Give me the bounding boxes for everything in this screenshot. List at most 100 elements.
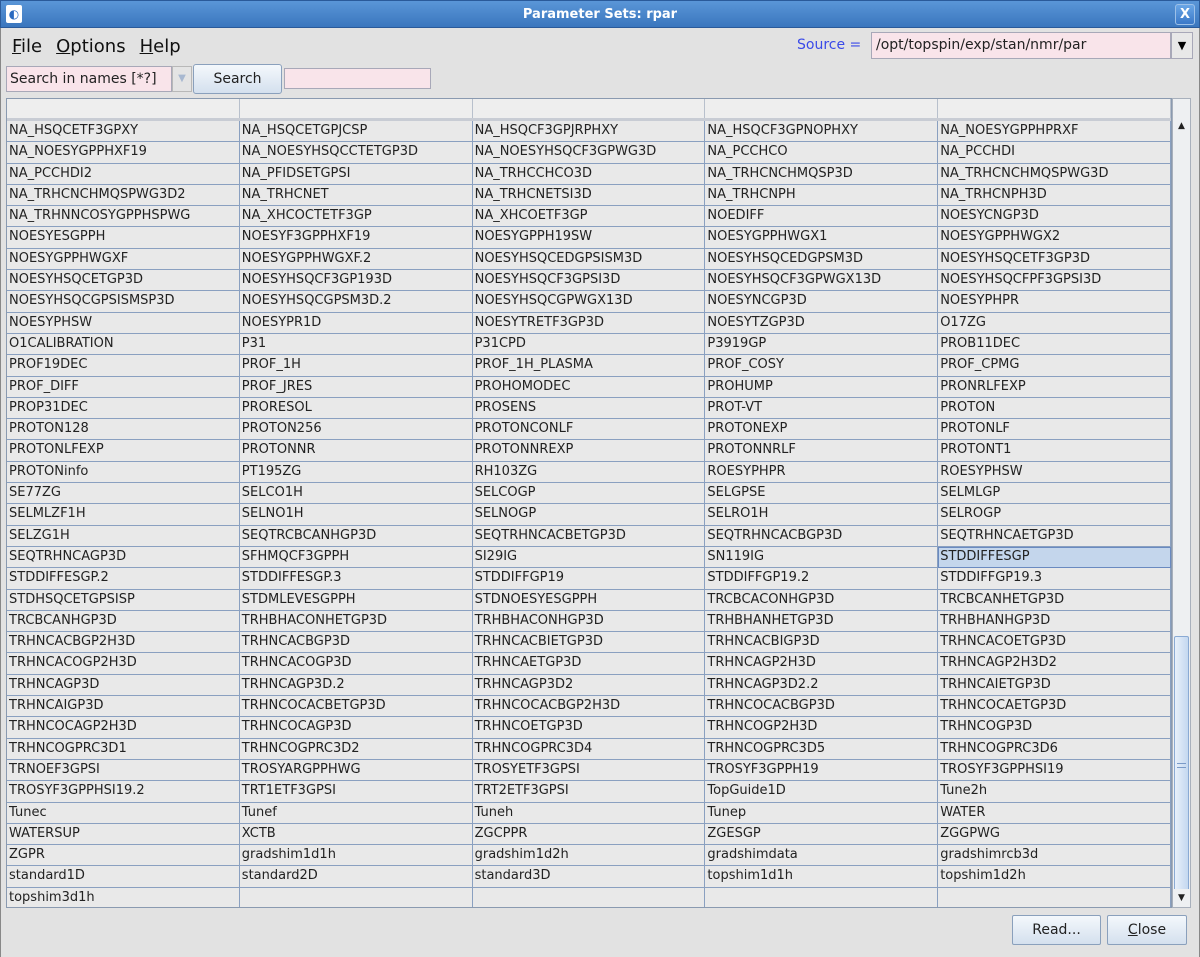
table-cell[interactable]: PROTONEXP	[705, 419, 939, 441]
vertical-scrollbar[interactable]: ▲ ▼	[1172, 98, 1191, 908]
read-button[interactable]: Read...	[1012, 915, 1101, 945]
table-cell[interactable]: TRHNCACOGP3D	[239, 653, 473, 675]
table-cell[interactable]: PROTONNRLF	[705, 440, 939, 462]
table-cell[interactable]: PROF19DEC	[7, 355, 240, 377]
table-cell[interactable]: topshim1d2h	[938, 866, 1171, 888]
table-cell[interactable]: TROSYF3GPPH19	[705, 759, 939, 782]
column-header[interactable]	[7, 99, 240, 118]
table-cell[interactable]: TRHNCACBGP2H3D	[7, 632, 240, 654]
table-cell[interactable]: NOESYGPPHWGX1	[705, 227, 939, 249]
column-header[interactable]	[473, 99, 706, 118]
table-cell[interactable]: PROTONCONLF	[472, 419, 706, 441]
table-cell[interactable]: TROSYF3GPPHSI19.2	[7, 781, 240, 803]
table-cell[interactable]: topshim3d1h	[7, 887, 240, 907]
table-cell[interactable]: Tuneh	[472, 802, 706, 824]
table-cell[interactable]: SELNO1H	[239, 504, 473, 526]
table-cell[interactable]: PROTONinfo	[7, 461, 240, 484]
menu-help[interactable]: Help	[140, 36, 181, 57]
chevron-down-icon[interactable]: ▼	[1171, 32, 1193, 59]
table-cell[interactable]: PROF_COSY	[705, 355, 939, 377]
table-cell[interactable]: ROESYPHSW	[938, 461, 1171, 484]
table-cell[interactable]: TRHNCAGP2H3D2	[938, 653, 1171, 675]
table-cell[interactable]: NA_TRHCNET	[239, 184, 473, 207]
table-cell[interactable]: NOESYHSQCGPSISMSP3D	[7, 291, 240, 313]
table-cell[interactable]: TRHNCOCAGP3D	[239, 717, 473, 739]
table-cell[interactable]: TRT2ETF3GPSI	[472, 781, 706, 803]
table-cell[interactable]: TRHNCAIETGP3D	[938, 674, 1171, 697]
table-cell[interactable]: NA_PFIDSETGPSI	[239, 163, 473, 185]
table-cell[interactable]: TRHNCOGPRC3D4	[472, 738, 706, 760]
table-cell[interactable]: NOESYGPPHWGXF.2	[239, 248, 473, 271]
table-cell[interactable]: TRHNCAGP3D.2	[239, 674, 473, 697]
table-cell[interactable]: STDDIFFESGP.2	[7, 568, 240, 590]
table-cell[interactable]: O17ZG	[938, 312, 1171, 334]
table-cell[interactable]: TRHBHANHGP3D	[938, 610, 1171, 633]
table-cell[interactable]: TRHNCAGP3D	[7, 674, 240, 697]
table-cell[interactable]: NA_TRHCNCHMQSPWG3D2	[7, 184, 240, 207]
table-cell[interactable]: P3919GP	[705, 333, 939, 356]
table-cell[interactable]: NOESYHSQCEDGPSISM3D	[472, 248, 706, 271]
table-cell[interactable]: SELGPSE	[705, 483, 939, 505]
table-cell[interactable]: PROHUMP	[705, 376, 939, 398]
table-cell[interactable]: ZGCPPR	[472, 823, 706, 846]
table-cell[interactable]: STDDIFFESGP	[938, 546, 1171, 569]
table-cell[interactable]: NA_TRHCNPH3D	[938, 184, 1171, 207]
table-cell[interactable]: NA_XHCOCTETF3GP	[239, 206, 473, 228]
table-cell[interactable]: TRCBCANHGP3D	[7, 610, 240, 633]
table-cell[interactable]: TRHNCOCACBGP3D	[705, 696, 939, 718]
table-cell[interactable]: NOESYHSQCF3GPSI3D	[472, 270, 706, 292]
close-button[interactable]: Close	[1107, 915, 1187, 945]
table-cell[interactable]: PRORESOL	[239, 397, 473, 420]
table-cell[interactable]: O1CALIBRATION	[7, 333, 240, 356]
menu-options[interactable]: Options	[56, 36, 125, 57]
table-cell[interactable]: NA_HSQCF3GPJRPHXY	[472, 121, 706, 143]
table-cell[interactable]: NOESYESGPPH	[7, 227, 240, 249]
table-cell[interactable]: SELROGP	[938, 504, 1171, 526]
table-cell[interactable]: Tunef	[239, 802, 473, 824]
table-cell[interactable]: PROF_DIFF	[7, 376, 240, 398]
table-cell[interactable]: gradshim1d2h	[472, 845, 706, 867]
search-input[interactable]	[284, 68, 431, 89]
table-cell[interactable]: TRHNCOCAETGP3D	[938, 696, 1171, 718]
table-cell[interactable]: TRHBHANHETGP3D	[705, 610, 939, 633]
table-cell[interactable]: PROF_1H_PLASMA	[472, 355, 706, 377]
table-cell[interactable]: SELCOGP	[472, 483, 706, 505]
table-cell[interactable]: NOESYNCGP3D	[705, 291, 939, 313]
table-cell[interactable]: Tunep	[705, 802, 939, 824]
table-cell[interactable]: XCTB	[239, 823, 473, 846]
table-cell[interactable]: NA_TRHNNCOSYGPPHSPWG	[7, 206, 240, 228]
table-cell[interactable]: TRCBCANHETGP3D	[938, 589, 1171, 611]
table-cell[interactable]: NOESYHSQCFPF3GPSI3D	[938, 270, 1171, 292]
table-cell[interactable]: TRHNCOCAGP2H3D	[7, 717, 240, 739]
table-cell[interactable]: TRHNCAIGP3D	[7, 696, 240, 718]
table-cell[interactable]: NA_NOESYGPPHXF19	[7, 142, 240, 164]
table-cell[interactable]: TRNOEF3GPSI	[7, 759, 240, 782]
table-cell[interactable]: standard2D	[239, 866, 473, 888]
table-cell[interactable]: NA_TRHCCHCO3D	[472, 163, 706, 185]
table-cell[interactable]: NA_PCCHDI	[938, 142, 1171, 164]
table-cell[interactable]: TRHNCOGPRC3D1	[7, 738, 240, 760]
table-cell[interactable]: TROSYETF3GPSI	[472, 759, 706, 782]
table-cell[interactable]: Tune2h	[938, 781, 1171, 803]
table-cell[interactable]: NOESYPR1D	[239, 312, 473, 334]
table-cell[interactable]: SFHMQCF3GPPH	[239, 546, 473, 569]
table-cell[interactable]: NOESYHSQCETF3GP3D	[938, 248, 1171, 271]
table-cell[interactable]: NA_NOESYHSQCCTETGP3D	[239, 142, 473, 164]
table-cell[interactable]: SEQTRHNCAGP3D	[7, 546, 240, 569]
table-cell[interactable]: TRHNCACBIGP3D	[705, 632, 939, 654]
search-button[interactable]: Search	[193, 64, 282, 94]
table-cell[interactable]: WATER	[938, 802, 1171, 824]
scroll-down-icon[interactable]: ▼	[1173, 889, 1190, 907]
table-cell[interactable]: PROTONT1	[938, 440, 1171, 462]
table-cell[interactable]: gradshimdata	[705, 845, 939, 867]
table-cell[interactable]: TROSYF3GPPHSI19	[938, 759, 1171, 782]
table-cell[interactable]: PROTONNREXP	[472, 440, 706, 462]
table-cell[interactable]: NOESYHSQCETGP3D	[7, 270, 240, 292]
table-cell[interactable]: ZGESGP	[705, 823, 939, 846]
table-cell[interactable]: NA_HSQCF3GPNOPHXY	[705, 121, 939, 143]
table-cell[interactable]: TRHNCOETGP3D	[472, 717, 706, 739]
column-header[interactable]	[938, 99, 1171, 118]
table-cell[interactable]: standard1D	[7, 866, 240, 888]
table-cell[interactable]: NA_TRHCNPH	[705, 184, 939, 207]
table-cell[interactable]: NOESYF3GPPHXF19	[239, 227, 473, 249]
